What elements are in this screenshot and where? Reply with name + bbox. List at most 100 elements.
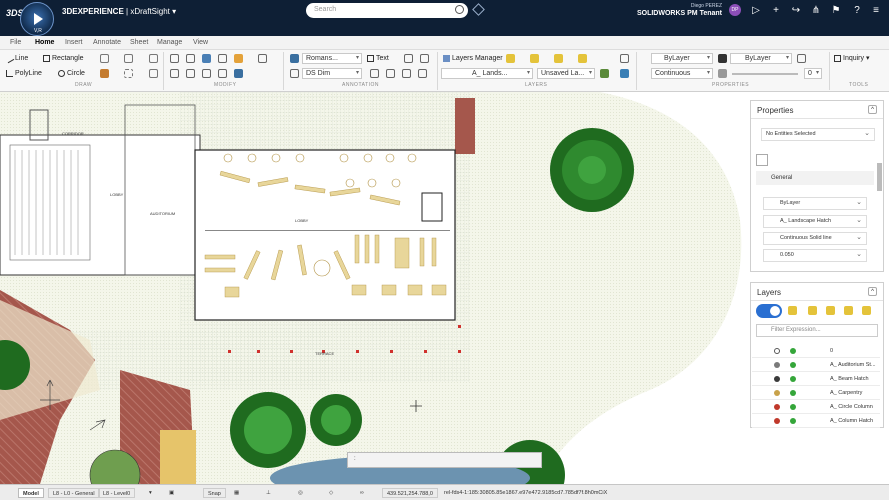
search-icon[interactable] (455, 5, 464, 14)
layer-row[interactable]: A_ Carpentry (752, 386, 880, 400)
layer-color-swatch[interactable] (774, 404, 780, 410)
inquiry-button[interactable]: Inquiry ▾ (834, 53, 869, 64)
aligned-dim-icon[interactable] (386, 69, 395, 78)
etrack-toggle-icon[interactable]: ∞ (356, 488, 368, 498)
menu-insert[interactable]: Insert (65, 39, 83, 46)
dim-style-select[interactable]: DS Dim (302, 68, 362, 79)
current-layer-select[interactable]: A_ Lands... (441, 68, 533, 79)
search-input[interactable]: Search (306, 3, 468, 18)
apps-icon[interactable]: ⚑ (830, 5, 842, 17)
ortho-toggle-icon[interactable]: ⊥ (262, 488, 275, 498)
layer-row[interactable]: A_ Column Hatch (752, 414, 880, 428)
linestyle-select[interactable]: Continuous (651, 68, 713, 79)
match-properties-icon[interactable] (620, 54, 629, 63)
help-icon[interactable]: ? (851, 5, 863, 17)
polar-toggle-icon[interactable]: ◎ (294, 488, 307, 498)
menu-home[interactable]: Home (35, 39, 54, 46)
spline-icon[interactable] (124, 54, 133, 63)
transparency-value[interactable]: 0 (804, 68, 822, 79)
layer-walk-icon[interactable] (620, 69, 629, 78)
pattern-icon[interactable] (234, 69, 243, 78)
layer-off-icon[interactable] (844, 306, 853, 315)
trim-icon[interactable] (170, 69, 179, 78)
mirror-icon[interactable] (202, 54, 211, 63)
compass-button[interactable]: V,R (20, 2, 54, 36)
linear-dim-icon[interactable] (370, 69, 379, 78)
ellipse-icon[interactable] (124, 69, 133, 78)
scale-icon[interactable] (234, 54, 243, 63)
stretch-icon[interactable] (258, 54, 267, 63)
linestyle-property[interactable]: Continuous Solid line (763, 232, 867, 245)
properties-expand-icon[interactable] (797, 54, 806, 63)
layer-row[interactable]: A_ Beam Hatch (752, 372, 880, 386)
add-icon[interactable]: + (770, 5, 782, 17)
layer-visible-icon[interactable] (790, 404, 796, 410)
layer-color-swatch[interactable] (774, 362, 780, 368)
avatar[interactable]: DP (729, 4, 741, 16)
table-icon[interactable] (404, 54, 413, 63)
layer-row[interactable]: A_ Circle Column (752, 400, 880, 414)
leader-icon[interactable] (420, 54, 429, 63)
text-style-select[interactable]: Romans... (302, 53, 362, 64)
hatch-icon[interactable] (100, 69, 109, 78)
layer-previous-icon[interactable] (530, 54, 539, 63)
select-entities-icon[interactable] (756, 154, 768, 166)
region-icon[interactable] (149, 69, 158, 78)
filter-expression-input[interactable]: Filter Expression... (756, 324, 878, 337)
layer-state-select[interactable]: Unsaved La... (537, 68, 595, 79)
layer-visible-icon[interactable] (790, 418, 796, 424)
color-select[interactable]: ByLayer (651, 53, 713, 64)
transparency-slider[interactable] (732, 73, 798, 75)
notification-icon[interactable]: ▷ (750, 5, 762, 17)
command-line[interactable]: : (347, 452, 542, 468)
line-button[interactable]: Line (4, 53, 28, 64)
layer-color-swatch[interactable] (774, 348, 780, 354)
tab-model[interactable]: Model (18, 488, 44, 498)
layer-toggle[interactable] (756, 304, 782, 318)
layer-color-swatch[interactable] (774, 418, 780, 424)
layout-icon[interactable]: ▣ (165, 488, 178, 498)
settings-icon[interactable]: ≡ (870, 5, 882, 17)
menu-sheet[interactable]: Sheet (130, 39, 148, 46)
layer-freeze-icon[interactable] (808, 306, 817, 315)
esnap-toggle-icon[interactable]: ◇ (325, 488, 337, 498)
selection-select[interactable]: No Entities Selected (761, 128, 875, 141)
share-icon[interactable]: ↪ (790, 5, 802, 17)
copy-icon[interactable] (170, 54, 179, 63)
color-property[interactable]: ByLayer (763, 197, 867, 210)
app-title[interactable]: 3DEXPERIENCE | xDraftSight ▾ (62, 7, 176, 16)
menu-view[interactable]: View (193, 39, 208, 46)
layer-property[interactable]: A_ Landscape Hatch (763, 215, 867, 228)
layers-manager-button[interactable]: Layers Manager (443, 53, 503, 64)
move-icon[interactable] (186, 54, 195, 63)
collapse-icon[interactable]: ^ (868, 287, 877, 296)
menu-annotate[interactable]: Annotate (93, 39, 121, 46)
tag-icon[interactable] (472, 3, 485, 16)
layer-match-icon[interactable] (600, 69, 609, 78)
angle-dim-icon[interactable] (418, 69, 427, 78)
collapse-icon[interactable]: ^ (868, 105, 877, 114)
layer-state-icon[interactable] (506, 54, 515, 63)
tenant-name[interactable]: SOLIDWORKS PM Tenant (610, 10, 722, 17)
layer-freeze-icon[interactable] (578, 54, 587, 63)
menu-manage[interactable]: Manage (157, 39, 182, 46)
dimension-icon[interactable] (290, 69, 299, 78)
general-section[interactable]: General (756, 171, 874, 185)
rectangle-button[interactable]: Rectangle (43, 53, 84, 64)
layer-color-swatch[interactable] (774, 390, 780, 396)
tab-sheet-level0[interactable]: L8 - Level0 (98, 488, 136, 498)
polyline-button[interactable]: PolyLine (6, 68, 42, 79)
radius-dim-icon[interactable] (402, 69, 411, 78)
menu-file[interactable]: File (10, 39, 21, 46)
layer-visible-icon[interactable] (790, 362, 796, 368)
fillet-icon[interactable] (202, 69, 211, 78)
layer-row[interactable]: 0 (752, 344, 880, 358)
point-icon[interactable] (149, 54, 158, 63)
layer-visible-icon[interactable] (790, 376, 796, 382)
snap-toggle[interactable]: Snap (203, 488, 226, 498)
layer-delete-icon[interactable] (862, 306, 871, 315)
layer-visible-icon[interactable] (790, 390, 796, 396)
circle-button[interactable]: Circle (58, 68, 85, 79)
add-sheet-icon[interactable]: ▾ (145, 488, 156, 498)
layer-isolate-icon[interactable] (554, 54, 563, 63)
